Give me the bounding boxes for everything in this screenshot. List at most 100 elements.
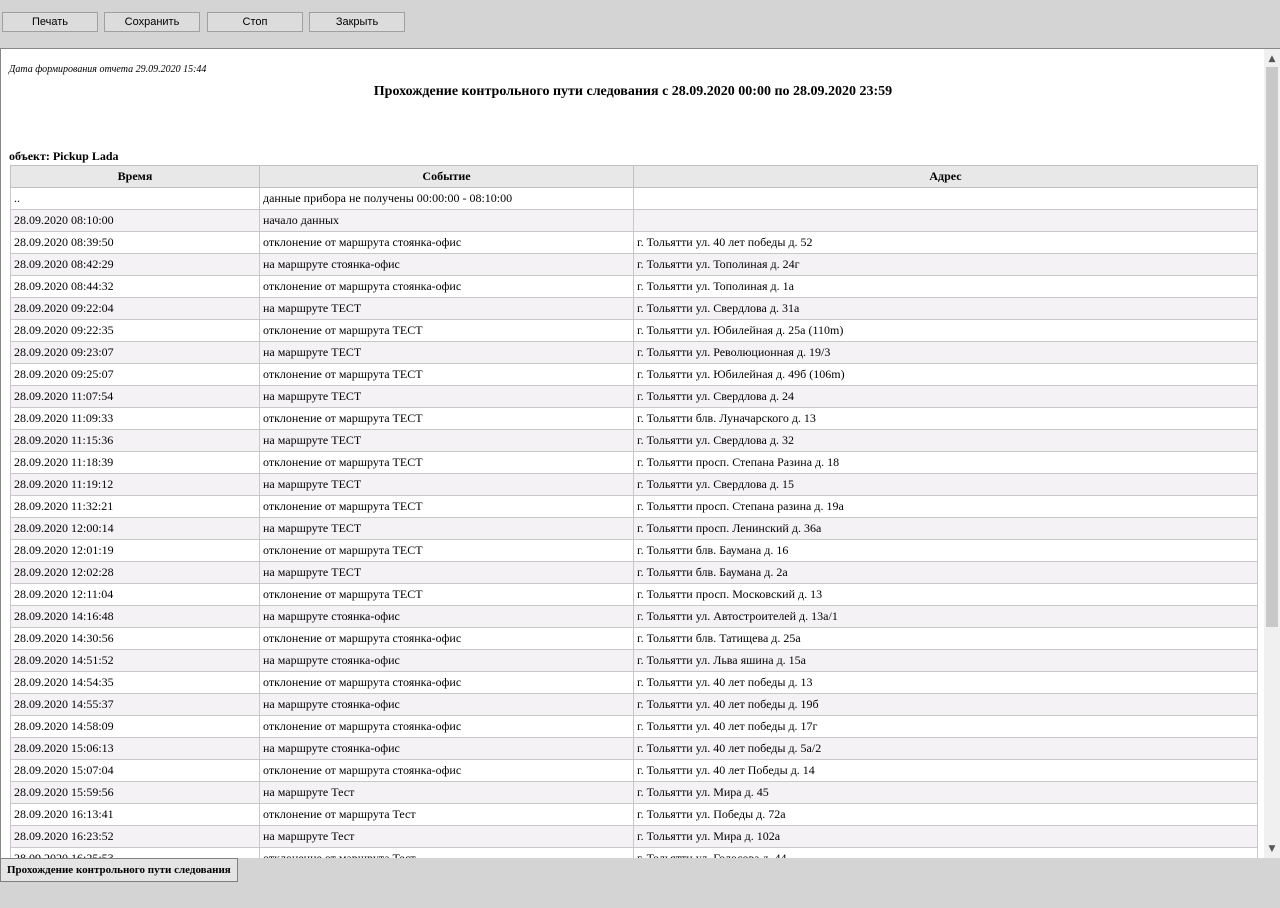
table-row: 28.09.2020 11:32:21 отклонение от маршрут…	[10, 495, 1258, 518]
cell-address: г. Тольятти ул. Тополиная д. 1а	[633, 275, 1258, 298]
cell-address: г. Тольятти ул. 40 лет победы д. 5а/2	[633, 737, 1258, 760]
cell-address: г. Тольятти просп. Степана разина д. 19а	[633, 495, 1258, 518]
cell-event: на маршруте стоянка-офис	[259, 605, 634, 628]
cell-address: г. Тольятти ул. 40 лет победы д. 19б	[633, 693, 1258, 716]
table-row: 28.09.2020 09:22:04 на маршруте ТЕСТ г. То…	[10, 297, 1258, 320]
cell-event: на маршруте Тест	[259, 825, 634, 848]
table-row: 28.09.2020 16:13:41 отклонение от маршрут…	[10, 803, 1258, 826]
cell-time: 28.09.2020 16:25:53	[10, 847, 260, 858]
cell-time: 28.09.2020 15:59:56	[10, 781, 260, 804]
cell-address: г. Тольятти блв. Татищева д. 25а	[633, 627, 1258, 650]
cell-time: 28.09.2020 14:30:56	[10, 627, 260, 650]
stop-button[interactable]: Стоп	[207, 12, 303, 32]
cell-address: г. Тольятти ул. 40 лет Победы д. 14	[633, 759, 1258, 782]
cell-address: г. Тольятти ул. Революционная д. 19/3	[633, 341, 1258, 364]
cell-address: г. Тольятти просп. Ленинский д. 36а	[633, 517, 1258, 540]
table-row: 28.09.2020 08:42:29 на маршруте стоянка-о…	[10, 253, 1258, 276]
cell-event: отклонение от маршрута стоянка-офис	[259, 627, 634, 650]
object-label: объект: Pickup Lada	[9, 149, 119, 163]
cell-time: 28.09.2020 12:00:14	[10, 517, 260, 540]
cell-time: 28.09.2020 08:10:00	[10, 209, 260, 232]
report-generation-date: Дата формирования отчета 29.09.2020 15:4…	[9, 64, 207, 75]
report-tab[interactable]: Прохождение контрольного пути следования	[0, 858, 238, 882]
table-row: 28.09.2020 14:54:35 отклонение от маршрут…	[10, 671, 1258, 694]
cell-time: 28.09.2020 11:19:12	[10, 473, 260, 496]
column-header-address: Адрес	[633, 165, 1258, 188]
cell-address: г. Тольятти ул. Тополиная д. 24г	[633, 253, 1258, 276]
cell-event: отклонение от маршрута стоянка-офис	[259, 231, 634, 254]
cell-event: на маршруте ТЕСТ	[259, 561, 634, 584]
cell-address: г. Тольятти блв. Баумана д. 2а	[633, 561, 1258, 584]
cell-address: г. Тольятти блв. Луначарского д. 13	[633, 407, 1258, 430]
table-row: 28.09.2020 09:22:35 отклонение от маршрут…	[10, 319, 1258, 342]
report-table: Время Событие Адрес .. данные прибора не …	[10, 165, 1258, 858]
cell-event: на маршруте ТЕСТ	[259, 517, 634, 540]
cell-time: 28.09.2020 08:39:50	[10, 231, 260, 254]
table-row: 28.09.2020 09:23:07 на маршруте ТЕСТ г. То…	[10, 341, 1258, 364]
table-row: 28.09.2020 14:51:52 на маршруте стоянка-о…	[10, 649, 1258, 672]
cell-address: г. Тольятти ул. Автостроителей д. 13а/1	[633, 605, 1258, 628]
cell-event: отклонение от маршрута ТЕСТ	[259, 583, 634, 606]
cell-address: г. Тольятти ул. Свердлова д. 31а	[633, 297, 1258, 320]
cell-time: 28.09.2020 14:58:09	[10, 715, 260, 738]
cell-event: отклонение от маршрута ТЕСТ	[259, 495, 634, 518]
cell-address: г. Тольятти ул. Победы д. 72а	[633, 803, 1258, 826]
cell-event: отклонение от маршрута стоянка-офис	[259, 759, 634, 782]
cell-event: отклонение от маршрута стоянка-офис	[259, 715, 634, 738]
cell-event: на маршруте стоянка-офис	[259, 253, 634, 276]
table-row: 28.09.2020 12:00:14 на маршруте ТЕСТ г. То…	[10, 517, 1258, 540]
print-button[interactable]: Печать	[2, 12, 98, 32]
table-row: 28.09.2020 14:55:37 на маршруте стоянка-о…	[10, 693, 1258, 716]
cell-address: г. Тольятти ул. Мира д. 45	[633, 781, 1258, 804]
table-row: 28.09.2020 08:44:32 отклонение от маршрут…	[10, 275, 1258, 298]
vertical-scrollbar[interactable]: ▲ ▼	[1264, 49, 1280, 858]
table-row: 28.09.2020 11:18:39 отклонение от маршрут…	[10, 451, 1258, 474]
cell-event: на маршруте стоянка-офис	[259, 649, 634, 672]
scroll-down-icon[interactable]: ▼	[1264, 841, 1280, 857]
cell-time: ..	[10, 187, 260, 210]
cell-address: г. Тольятти ул. Свердлова д. 15	[633, 473, 1258, 496]
table-row: 28.09.2020 12:11:04 отклонение от маршрут…	[10, 583, 1258, 606]
column-header-time: Время	[10, 165, 260, 188]
cell-event: на маршруте стоянка-офис	[259, 737, 634, 760]
report-title: Прохождение контрольного пути следования…	[373, 84, 893, 99]
cell-time: 28.09.2020 15:07:04	[10, 759, 260, 782]
cell-time: 28.09.2020 11:07:54	[10, 385, 260, 408]
table-row: 28.09.2020 11:15:36 на маршруте ТЕСТ г. То…	[10, 429, 1258, 452]
save-button[interactable]: Сохранить	[104, 12, 200, 32]
cell-event: отклонение от маршрута ТЕСТ	[259, 539, 634, 562]
cell-event: на маршруте ТЕСТ	[259, 385, 634, 408]
cell-time: 28.09.2020 08:42:29	[10, 253, 260, 276]
table-row: 28.09.2020 16:25:53 отклонение от маршрут…	[10, 847, 1258, 858]
cell-address: г. Тольятти ул. Свердлова д. 32	[633, 429, 1258, 452]
cell-time: 28.09.2020 09:22:04	[10, 297, 260, 320]
report-frame: Дата формирования отчета 29.09.2020 15:4…	[0, 48, 1280, 858]
cell-address: г. Тольятти ул. Свердлова д. 24	[633, 385, 1258, 408]
cell-time: 28.09.2020 11:32:21	[10, 495, 260, 518]
cell-time: 28.09.2020 14:55:37	[10, 693, 260, 716]
table-header-row: Время Событие Адрес	[10, 165, 1258, 188]
cell-time: 28.09.2020 15:06:13	[10, 737, 260, 760]
cell-address: г. Тольятти ул. Юбилейная д. 49б (106m)	[633, 363, 1258, 386]
cell-time: 28.09.2020 09:25:07	[10, 363, 260, 386]
cell-event: отклонение от маршрута стоянка-офис	[259, 275, 634, 298]
cell-time: 28.09.2020 14:16:48	[10, 605, 260, 628]
close-button[interactable]: Закрыть	[309, 12, 405, 32]
table-row: 28.09.2020 08:39:50 отклонение от маршрут…	[10, 231, 1258, 254]
cell-address: г. Тольятти просп. Степана Разина д. 18	[633, 451, 1258, 474]
table-row: 28.09.2020 11:07:54 на маршруте ТЕСТ г. То…	[10, 385, 1258, 408]
table-row: 28.09.2020 15:07:04 отклонение от маршрут…	[10, 759, 1258, 782]
cell-time: 28.09.2020 16:13:41	[10, 803, 260, 826]
table-row: .. данные прибора не получены 00:00:00 - …	[10, 187, 1258, 210]
cell-event: на маршруте ТЕСТ	[259, 341, 634, 364]
scroll-up-icon[interactable]: ▲	[1264, 51, 1280, 67]
cell-event: на маршруте Тест	[259, 781, 634, 804]
cell-event: данные прибора не получены 00:00:00 - 08…	[259, 187, 634, 210]
cell-time: 28.09.2020 11:18:39	[10, 451, 260, 474]
cell-time: 28.09.2020 09:23:07	[10, 341, 260, 364]
table-row: 28.09.2020 12:02:28 на маршруте ТЕСТ г. То…	[10, 561, 1258, 584]
cell-time: 28.09.2020 12:11:04	[10, 583, 260, 606]
cell-address: г. Тольятти просп. Московский д. 13	[633, 583, 1258, 606]
scroll-thumb[interactable]	[1266, 67, 1278, 627]
cell-event: отклонение от маршрута ТЕСТ	[259, 407, 634, 430]
